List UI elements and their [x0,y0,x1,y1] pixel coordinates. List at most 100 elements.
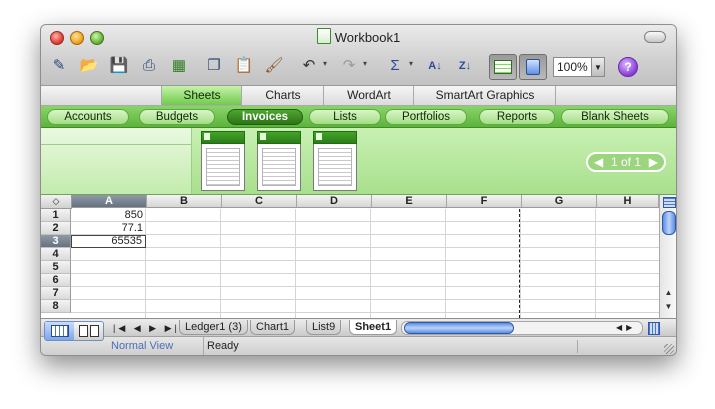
sheet-tab-list9[interactable]: List9 [306,320,342,335]
category-reports[interactable]: Reports [479,109,555,125]
sheet-nav-arrows[interactable]: |◀ ◀ ▶ ▶| [113,321,180,335]
sort-descending-icon[interactable]: Z↓ [455,56,475,76]
previous-page-icon[interactable]: ◀ [594,155,603,169]
horizontal-scroll-thumb[interactable] [404,322,514,334]
new-icon[interactable]: ✎ [49,56,69,76]
scroll-up-icon[interactable]: ▲ [660,287,676,299]
gallery-toggle-button[interactable] [489,54,517,80]
horizontal-split-handle-icon[interactable] [648,322,660,335]
status-view-label: Normal View [109,337,204,355]
category-bar: Accounts Budgets Invoices Lists Portfoli… [41,106,676,128]
cell-a2[interactable]: 77.1 [71,222,146,235]
select-all-corner[interactable]: ◇ [41,195,72,209]
column-header-b[interactable]: B [147,195,222,208]
window-title-area: Workbook1 [41,28,676,45]
tab-sheets[interactable]: Sheets [161,86,242,105]
autosum-dropdown-icon[interactable]: ▾ [407,59,415,75]
category-invoices[interactable]: Invoices [227,109,303,125]
column-header-c[interactable]: C [222,195,297,208]
normal-view-icon [50,325,69,337]
sheet-tab-chart1[interactable]: Chart1 [250,320,296,335]
horizontal-scrollbar[interactable] [401,321,643,335]
row-header-8[interactable]: 8 [41,300,71,313]
spreadsheet-grid[interactable]: ◇ A B C D E F G H 1 2 3 4 5 6 7 8 850 77… [41,195,676,318]
import-icon[interactable]: ▦ [169,56,189,76]
template-thumbnail-body [257,144,301,191]
gallery-page-indicator: ◀ 1 of 1 ▶ [586,152,666,172]
category-budgets[interactable]: Budgets [139,109,215,125]
vertical-scrollbar[interactable]: ▲ ▼ [659,195,676,318]
row-header-7[interactable]: 7 [41,287,71,300]
ribbon-tab-spacer [41,86,161,105]
chevron-down-icon[interactable]: ▼ [591,58,604,76]
column-header-h[interactable]: H [597,195,659,208]
sort-ascending-icon[interactable]: A↓ [425,56,445,76]
ribbon-tabs: Sheets Charts WordArt SmartArt Graphics [41,86,676,106]
vertical-scroll-thumb[interactable] [662,211,676,235]
toolbar-toggle-button[interactable] [644,31,666,43]
status-bar: Normal View Ready [41,336,676,355]
autosum-icon[interactable]: Σ [385,56,405,76]
tab-smartart-graphics[interactable]: SmartArt Graphics [413,86,556,105]
template-thumbnail-grid [206,148,240,186]
scroll-down-icon[interactable]: ▼ [660,301,676,313]
row-header-1[interactable]: 1 [41,209,71,222]
cell-area[interactable]: 850 77.1 65535 [71,209,659,318]
tab-charts[interactable]: Charts [241,86,324,105]
next-page-icon[interactable]: ▶ [649,155,658,169]
template-thumbnail-grid [318,148,352,186]
sheet-tab-sheet1[interactable]: Sheet1 [349,320,398,335]
cell-a3[interactable]: 65535 [71,235,146,248]
column-header-d[interactable]: D [297,195,372,208]
normal-view-button[interactable] [45,322,74,340]
row-header-3[interactable]: 3 [41,235,71,248]
workbook-icon [316,28,331,44]
undo-icon[interactable]: ↶ [299,56,319,76]
row-header-6[interactable]: 6 [41,274,71,287]
ribbon-tab-spacer-right [555,86,676,105]
split-handle-icon[interactable] [663,197,676,208]
row-header-4[interactable]: 4 [41,248,71,261]
sheet-tab-ledger1[interactable]: Ledger1 (3) [179,320,248,335]
category-blank-sheets[interactable]: Blank Sheets [561,109,669,125]
template-thumbnail[interactable] [313,131,357,191]
cell-a1[interactable]: 850 [71,209,146,222]
toolbox-toggle-button[interactable] [519,54,547,80]
template-thumbnail[interactable] [201,131,245,191]
copy-icon[interactable]: ❐ [204,56,224,76]
resize-grip-icon[interactable] [664,344,674,354]
zoom-select[interactable]: 100% ▼ [553,57,605,77]
help-icon[interactable]: ? [618,57,638,77]
category-portfolios[interactable]: Portfolios [385,109,467,125]
zoom-value: 100% [557,60,588,74]
gallery-divider [41,144,191,145]
page-layout-view-button[interactable] [74,322,103,340]
category-accounts[interactable]: Accounts [47,109,129,125]
template-thumbnail-grid [262,148,296,186]
window-title: Workbook1 [334,30,401,45]
format-painter-icon[interactable]: 🖌 [264,56,284,76]
category-lists[interactable]: Lists [309,109,381,125]
template-thumbnail-body [313,144,357,191]
open-icon[interactable]: 📂 [79,56,99,76]
template-thumbnail-header [201,131,245,144]
redo-icon[interactable]: ↷ [339,56,359,76]
template-thumbnail-body [201,144,245,191]
row-header-5[interactable]: 5 [41,261,71,274]
column-header-a[interactable]: A [72,195,147,208]
view-switcher [44,321,104,341]
column-header-g[interactable]: G [522,195,597,208]
column-header-f[interactable]: F [447,195,522,208]
template-thumbnail-header [257,131,301,144]
horizontal-scroll-arrows[interactable]: ◀▶ [616,321,636,335]
column-header-e[interactable]: E [372,195,447,208]
page-layout-icon [78,325,88,337]
template-thumbnail[interactable] [257,131,301,191]
save-icon[interactable]: 💾 [109,56,129,76]
paste-icon[interactable]: 📋 [234,56,254,76]
print-icon[interactable]: ⎙ [139,56,159,76]
undo-dropdown-icon[interactable]: ▾ [321,59,329,75]
row-header-2[interactable]: 2 [41,222,71,235]
tab-wordart[interactable]: WordArt [323,86,414,105]
redo-dropdown-icon[interactable]: ▾ [361,59,369,75]
